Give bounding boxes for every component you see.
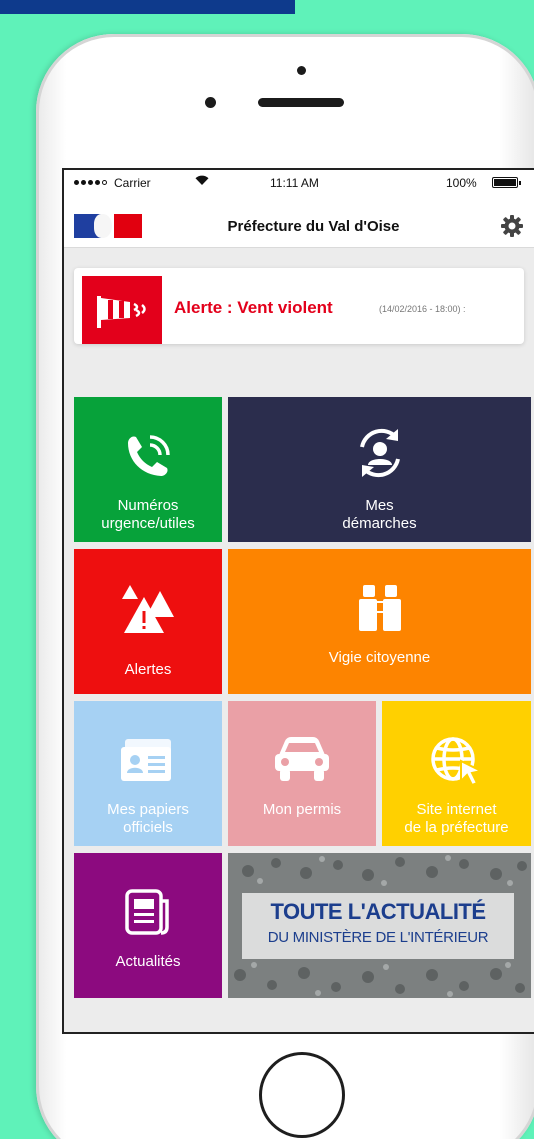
app-screen: Carrier 11:11 AM 100% Préfecture du Val … bbox=[62, 168, 534, 1034]
status-bar: Carrier 11:11 AM 100% bbox=[64, 170, 534, 196]
app-header: Préfecture du Val d'Oise bbox=[64, 196, 534, 248]
tile-numeros-label-1: Numéros bbox=[117, 497, 179, 514]
tile-site-label-1: Site internet bbox=[416, 801, 497, 818]
phone-icon bbox=[128, 435, 170, 476]
tile-actualites-label: Actualités bbox=[115, 953, 181, 970]
tile-demarches-label-2: démarches bbox=[342, 515, 417, 532]
tile-numeros-urgence[interactable]: Numéros urgence/utiles bbox=[74, 397, 222, 542]
status-time: 11:11 AM bbox=[270, 176, 319, 190]
warning-triangles-icon bbox=[122, 585, 174, 633]
binoculars-icon bbox=[358, 585, 401, 631]
tile-mes-papiers[interactable]: Mes papiers officiels bbox=[74, 701, 222, 846]
car-icon bbox=[275, 737, 329, 781]
id-card-icon bbox=[121, 739, 171, 781]
tile-alertes-label: Alertes bbox=[124, 661, 172, 678]
tile-site-label-2: de la préfecture bbox=[404, 819, 509, 836]
news-headline-box: TOUTE L'ACTUALITÉ DU MINISTÈRE DE L'INTÉ… bbox=[242, 893, 514, 959]
tile-mes-demarches[interactable]: Mes démarches bbox=[228, 397, 531, 542]
news-headline-line-2: DU MINISTÈRE DE L'INTÉRIEUR bbox=[267, 929, 489, 946]
globe-cursor-icon bbox=[430, 737, 484, 787]
windsock-icon bbox=[82, 276, 162, 344]
wifi-icon bbox=[195, 175, 209, 185]
proximity-sensor bbox=[205, 97, 216, 108]
battery-icon bbox=[492, 177, 521, 188]
battery-percent: 100% bbox=[446, 176, 477, 190]
tile-demarches-label-1: Mes bbox=[365, 497, 394, 514]
newspaper-icon bbox=[125, 889, 169, 935]
tile-permis-label: Mon permis bbox=[262, 801, 342, 818]
carrier-name: Carrier bbox=[114, 176, 151, 190]
alert-title: Alerte : Vent violent bbox=[174, 298, 333, 317]
tile-papiers-label-1: Mes papiers bbox=[107, 801, 189, 818]
tile-vigie-label: Vigie citoyenne bbox=[328, 649, 431, 666]
alert-banner[interactable]: Alerte : Vent violent (14/02/2016 - 18:0… bbox=[74, 268, 524, 344]
tile-numeros-label-2: urgence/utiles bbox=[101, 515, 195, 532]
top-banner bbox=[0, 0, 295, 14]
front-camera bbox=[297, 66, 306, 75]
user-sync-icon bbox=[359, 428, 400, 478]
tile-vigie-citoyenne[interactable]: Vigie citoyenne bbox=[228, 549, 531, 694]
tile-alertes[interactable]: Alertes bbox=[74, 549, 222, 694]
tile-actualites[interactable]: Actualités bbox=[74, 853, 222, 998]
gear-icon[interactable] bbox=[501, 215, 523, 237]
home-button[interactable] bbox=[259, 1052, 345, 1138]
news-banner[interactable]: TOUTE L'ACTUALITÉ DU MINISTÈRE DE L'INTÉ… bbox=[228, 853, 531, 998]
tile-mon-permis[interactable]: Mon permis bbox=[228, 701, 376, 846]
earpiece-speaker bbox=[258, 98, 344, 107]
news-headline-line-1: TOUTE L'ACTUALITÉ bbox=[270, 899, 486, 924]
signal-strength-icon bbox=[74, 180, 107, 185]
page-title: Préfecture du Val d'Oise bbox=[227, 218, 400, 235]
tile-papiers-label-2: officiels bbox=[123, 819, 173, 836]
alert-date: (14/02/2016 - 18:00) : bbox=[379, 304, 466, 314]
tile-site-internet[interactable]: Site internet de la préfecture bbox=[382, 701, 531, 846]
